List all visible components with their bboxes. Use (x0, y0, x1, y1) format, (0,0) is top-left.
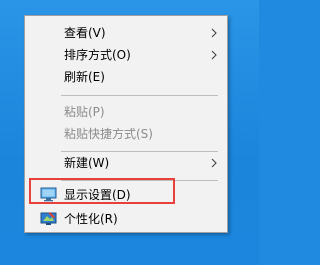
menu-item-label: 刷新(E) (64, 70, 105, 84)
menu-item-sort-by[interactable]: 排序方式(O) (25, 44, 227, 66)
menu-item-label: 粘贴(P) (64, 105, 105, 119)
menu-separator (61, 95, 218, 96)
menu-item-new[interactable]: 新建(W) (25, 152, 227, 174)
chevron-right-icon (211, 50, 217, 60)
menu-item-label: 新建(W) (64, 156, 110, 170)
menu-item-label: 粘贴快捷方式(S) (64, 127, 153, 141)
menu-item-label: 排序方式(O) (64, 48, 131, 62)
menu-item-label: 查看(V) (64, 26, 106, 40)
menu-item-paste-shortcut: 粘贴快捷方式(S) (25, 123, 227, 145)
menu-item-refresh[interactable]: 刷新(E) (25, 66, 227, 88)
highlight-box (29, 178, 175, 204)
chevron-right-icon (211, 158, 217, 168)
personalize-icon (40, 212, 57, 225)
chevron-right-icon (211, 28, 217, 38)
menu-item-personalize[interactable]: 个性化(R) (25, 208, 227, 230)
menu-item-view[interactable]: 查看(V) (25, 22, 227, 44)
menu-item-label: 个性化(R) (64, 212, 118, 226)
menu-item-paste: 粘贴(P) (25, 101, 227, 123)
